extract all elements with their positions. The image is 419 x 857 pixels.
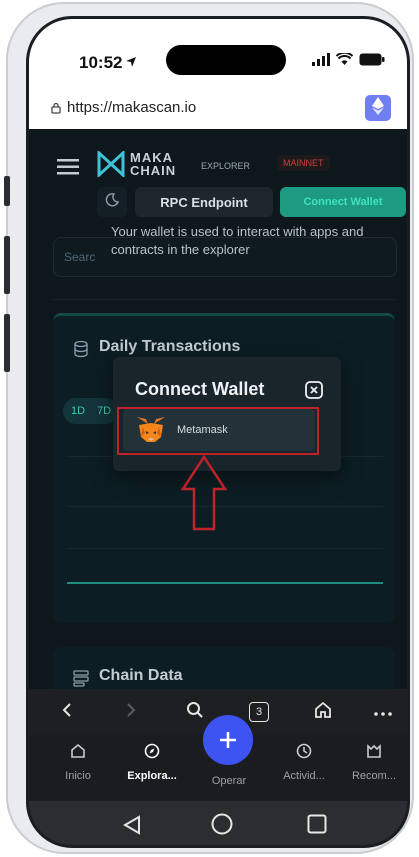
url-bar[interactable]: https://makascan.io xyxy=(29,87,407,130)
annotation-arrow-icon xyxy=(180,454,228,536)
system-nav-bar xyxy=(29,801,407,845)
database-icon xyxy=(73,340,89,363)
ethereum-extension-button[interactable] xyxy=(365,95,391,121)
nav-label: Recom... xyxy=(351,770,396,782)
status-time: 10:52 xyxy=(79,53,123,72)
explorer-label: EXPLORER xyxy=(201,161,251,171)
nav-item-explorar[interactable]: Explora... xyxy=(117,743,187,782)
chevron-left-icon xyxy=(62,702,72,723)
dynamic-island xyxy=(166,45,286,75)
phone-screen: 10:52 https://makascan.io MAKA CHAIN EXP… xyxy=(26,16,410,848)
chevron-right-icon xyxy=(126,702,136,723)
back-triangle-icon[interactable] xyxy=(122,815,141,840)
ethereum-icon xyxy=(372,96,384,120)
makachain-logo-icon[interactable] xyxy=(97,149,125,182)
transactions-line xyxy=(67,582,383,584)
search-placeholder: Searc xyxy=(64,250,96,264)
range-selector: 1D 7D xyxy=(63,398,120,424)
search-icon xyxy=(186,701,204,724)
moon-icon xyxy=(105,192,120,212)
home-icon xyxy=(314,701,332,724)
lock-icon xyxy=(51,101,61,119)
more-dots-icon xyxy=(374,703,392,721)
status-bar: 10:52 xyxy=(29,19,407,87)
chain-data-card: Chain Data xyxy=(53,647,395,689)
app-bottom-nav: Inicio Explora... Operar Activid... Reco… xyxy=(29,715,407,801)
operar-plus-button[interactable] xyxy=(203,715,253,765)
home-button[interactable] xyxy=(305,689,341,735)
recents-square-icon[interactable] xyxy=(307,814,327,839)
phone-frame: 10:52 https://makascan.io MAKA CHAIN EXP… xyxy=(4,2,414,854)
highlight-box xyxy=(117,407,319,455)
web-content: MAKA CHAIN EXPLORER MAINNET RPC Endpoint… xyxy=(29,129,407,689)
chain-data-title: Chain Data xyxy=(99,667,183,684)
logo-text: MAKA CHAIN xyxy=(130,150,177,178)
theme-toggle-button[interactable] xyxy=(97,187,127,217)
modal-title: Connect Wallet xyxy=(135,379,265,399)
volume-up-button xyxy=(4,236,10,294)
range-1d[interactable]: 1D xyxy=(71,405,85,417)
nav-item-recompensas[interactable]: Recom... xyxy=(339,743,407,782)
forward-button[interactable] xyxy=(113,689,149,735)
compass-icon xyxy=(144,743,160,764)
back-button[interactable] xyxy=(49,689,85,735)
operar-label: Operar xyxy=(211,775,247,787)
chart-gridline xyxy=(67,548,383,549)
nav-label: Activid... xyxy=(283,770,325,782)
clock-icon xyxy=(296,743,312,764)
connect-wallet-button[interactable]: Connect Wallet xyxy=(280,187,406,217)
nav-item-inicio[interactable]: Inicio xyxy=(43,743,113,782)
tabs-count: 3 xyxy=(249,702,269,722)
home-icon xyxy=(70,743,86,764)
network-badge: MAINNET xyxy=(277,155,330,171)
plus-icon xyxy=(219,725,237,755)
nav-label: Explora... xyxy=(127,770,177,782)
nav-item-actividad[interactable]: Activid... xyxy=(269,743,339,782)
battery-icon xyxy=(359,53,385,71)
close-icon[interactable] xyxy=(305,381,323,399)
range-7d[interactable]: 7D xyxy=(97,405,111,417)
more-button[interactable] xyxy=(365,689,401,735)
signal-icon xyxy=(312,53,330,71)
volume-down-button xyxy=(4,314,10,372)
rpc-endpoint-button[interactable]: RPC Endpoint xyxy=(135,187,273,217)
nav-label: Inicio xyxy=(65,770,91,782)
gift-icon xyxy=(366,743,382,764)
hamburger-menu-icon[interactable] xyxy=(57,159,79,180)
home-circle-icon[interactable] xyxy=(211,813,233,840)
divider xyxy=(53,299,395,300)
location-arrow-icon xyxy=(125,55,137,73)
daily-transactions-title: Daily Transactions xyxy=(99,338,241,355)
connect-wallet-tooltip: Your wallet is used to interact with app… xyxy=(111,224,364,257)
silent-switch xyxy=(4,176,10,206)
chain-data-icon xyxy=(73,669,89,689)
url-text[interactable]: https://makascan.io xyxy=(67,99,196,116)
wifi-icon xyxy=(335,51,354,71)
